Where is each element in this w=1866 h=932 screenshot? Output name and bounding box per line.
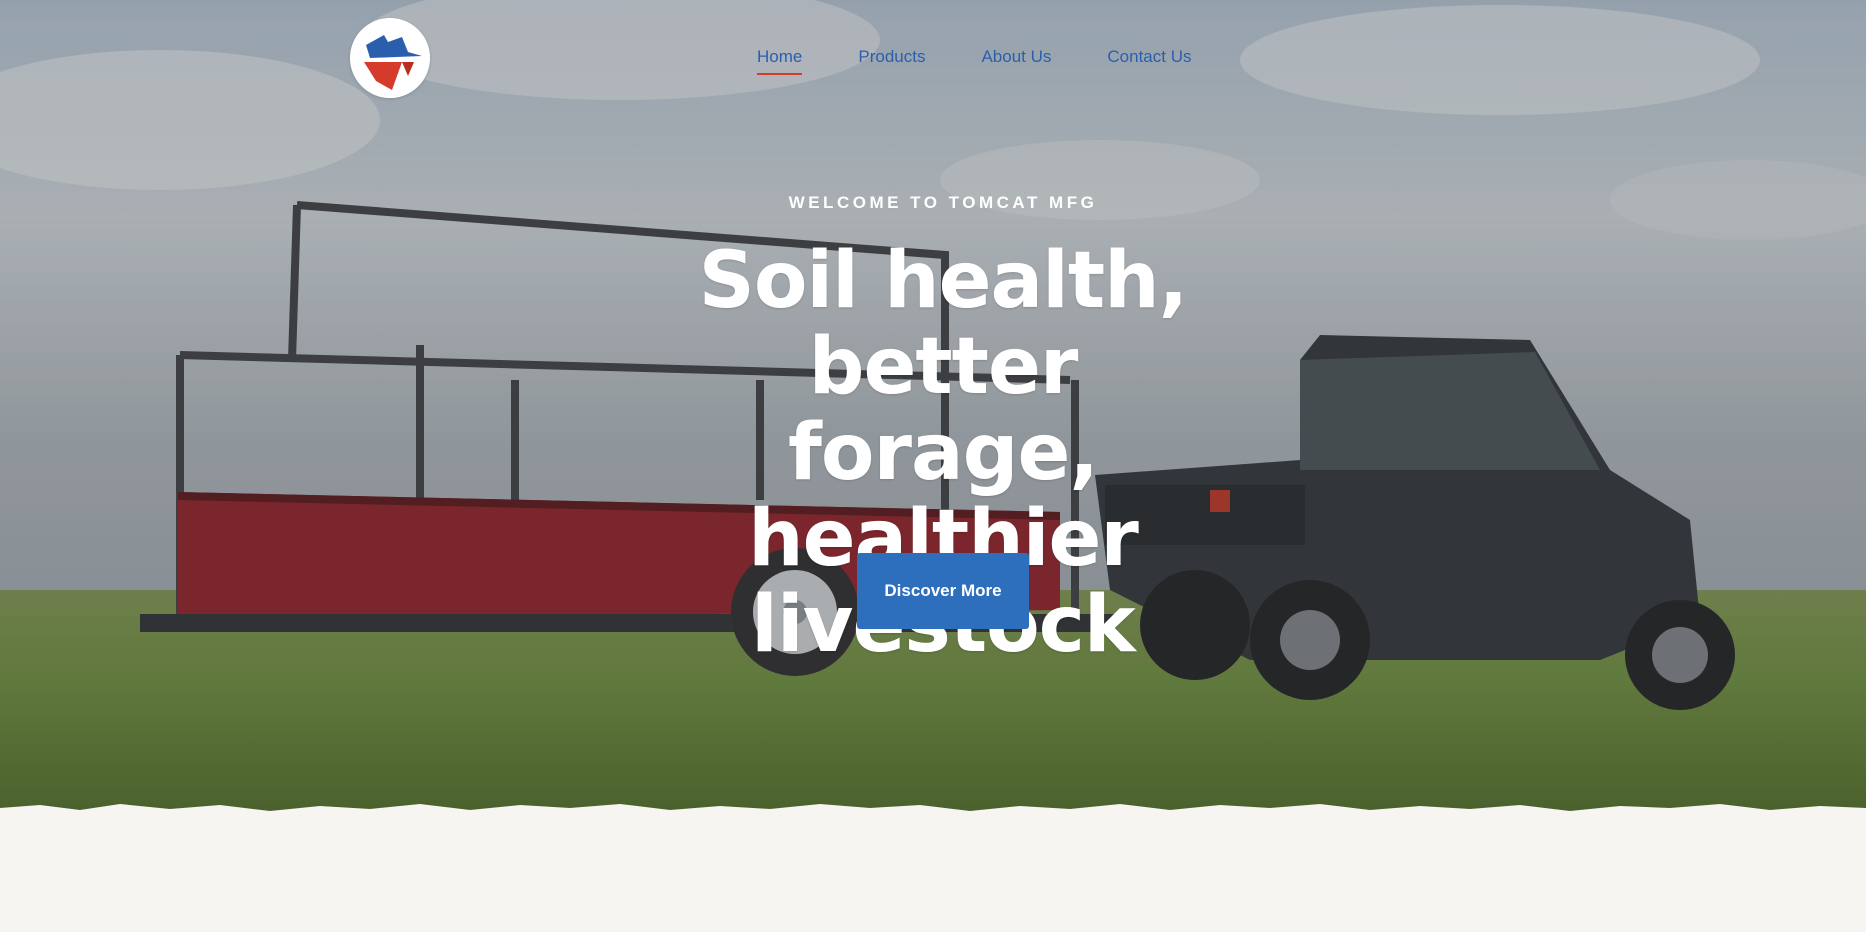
nav-about-us[interactable]: About Us [981,47,1051,73]
content-section [0,820,1866,932]
discover-more-button[interactable]: Discover More [857,553,1029,629]
logo[interactable] [350,18,430,98]
tomcat-hat-logo-icon [350,18,430,98]
nav-products[interactable]: Products [858,47,925,73]
nav-contact-us[interactable]: Contact Us [1107,47,1191,73]
torn-paper-divider [0,804,1866,820]
hero-eyebrow: WELCOME TO TOMCAT MFG [788,193,1098,212]
headline-line-1: Soil health, better [698,236,1189,412]
nav-home[interactable]: Home [757,47,803,75]
main-nav: Home Products About Us Contact Us [757,47,1191,75]
